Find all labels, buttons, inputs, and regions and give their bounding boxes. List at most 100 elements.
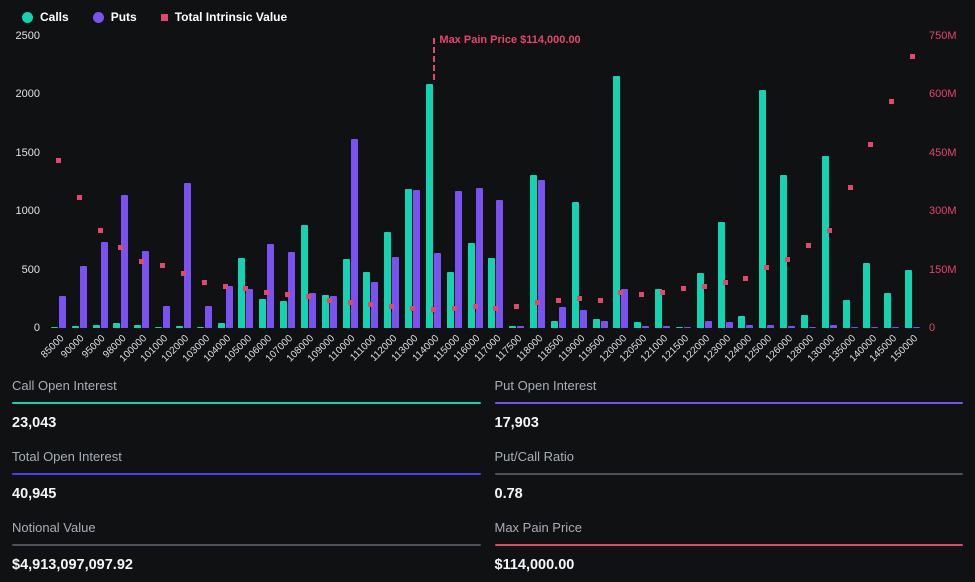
calls-bar[interactable]: [738, 316, 745, 328]
calls-bar[interactable]: [72, 326, 79, 328]
calls-bar[interactable]: [259, 299, 266, 328]
calls-bar[interactable]: [426, 84, 433, 328]
calls-bar[interactable]: [843, 300, 850, 328]
legend-item-total-intrinsic-value[interactable]: Total Intrinsic Value: [161, 10, 287, 24]
calls-bar[interactable]: [218, 323, 225, 328]
strike-group-150000[interactable]: [902, 36, 923, 328]
intrinsic-value-point[interactable]: [639, 292, 644, 297]
calls-bar[interactable]: [697, 273, 704, 328]
intrinsic-value-point[interactable]: [118, 245, 123, 250]
intrinsic-value-point[interactable]: [827, 228, 832, 233]
intrinsic-value-point[interactable]: [598, 298, 603, 303]
intrinsic-value-point[interactable]: [348, 300, 353, 305]
strike-group-116000[interactable]: [465, 36, 486, 328]
calls-bar[interactable]: [363, 272, 370, 328]
legend-item-puts[interactable]: Puts: [93, 10, 137, 24]
intrinsic-value-point[interactable]: [702, 284, 707, 289]
calls-bar[interactable]: [343, 259, 350, 328]
intrinsic-value-point[interactable]: [77, 195, 82, 200]
intrinsic-value-point[interactable]: [785, 257, 790, 262]
calls-bar[interactable]: [530, 175, 537, 328]
intrinsic-value-point[interactable]: [410, 306, 415, 311]
intrinsic-value-point[interactable]: [181, 271, 186, 276]
calls-bar[interactable]: [488, 258, 495, 328]
strike-group-126000[interactable]: [777, 36, 798, 328]
strike-group-108000[interactable]: [298, 36, 319, 328]
strike-group-85000[interactable]: [48, 36, 69, 328]
intrinsic-value-point[interactable]: [202, 280, 207, 285]
calls-bar[interactable]: [447, 272, 454, 328]
puts-bar[interactable]: [559, 307, 566, 328]
calls-bar[interactable]: [718, 222, 725, 328]
intrinsic-value-point[interactable]: [56, 158, 61, 163]
puts-bar[interactable]: [517, 326, 524, 328]
puts-bar[interactable]: [621, 289, 628, 328]
intrinsic-value-point[interactable]: [577, 296, 582, 301]
puts-bar[interactable]: [80, 266, 87, 328]
calls-bar[interactable]: [384, 232, 391, 328]
intrinsic-value-point[interactable]: [306, 294, 311, 299]
intrinsic-value-point[interactable]: [889, 99, 894, 104]
puts-bar[interactable]: [892, 327, 899, 328]
intrinsic-value-point[interactable]: [535, 300, 540, 305]
strike-group-106000[interactable]: [256, 36, 277, 328]
intrinsic-value-point[interactable]: [389, 304, 394, 309]
strike-group-113000[interactable]: [402, 36, 423, 328]
calls-bar[interactable]: [780, 175, 787, 328]
strike-group-121000[interactable]: [652, 36, 673, 328]
intrinsic-value-point[interactable]: [764, 265, 769, 270]
strike-group-90000[interactable]: [69, 36, 90, 328]
calls-bar[interactable]: [822, 156, 829, 328]
calls-bar[interactable]: [593, 319, 600, 328]
intrinsic-value-point[interactable]: [452, 306, 457, 311]
strike-group-119000[interactable]: [569, 36, 590, 328]
strike-group-104000[interactable]: [215, 36, 236, 328]
puts-bar[interactable]: [163, 306, 170, 328]
intrinsic-value-point[interactable]: [723, 280, 728, 285]
puts-bar[interactable]: [434, 253, 441, 328]
intrinsic-value-point[interactable]: [681, 286, 686, 291]
intrinsic-value-point[interactable]: [618, 290, 623, 295]
intrinsic-value-point[interactable]: [868, 142, 873, 147]
calls-bar[interactable]: [551, 321, 558, 328]
puts-bar[interactable]: [205, 306, 212, 328]
intrinsic-value-point[interactable]: [806, 243, 811, 248]
intrinsic-value-point[interactable]: [264, 290, 269, 295]
puts-bar[interactable]: [913, 327, 920, 328]
calls-bar[interactable]: [863, 263, 870, 328]
calls-bar[interactable]: [280, 301, 287, 328]
strike-group-107000[interactable]: [277, 36, 298, 328]
intrinsic-value-point[interactable]: [848, 185, 853, 190]
puts-bar[interactable]: [392, 257, 399, 328]
calls-bar[interactable]: [93, 325, 100, 329]
puts-bar[interactable]: [788, 326, 795, 328]
strike-group-145000[interactable]: [881, 36, 902, 328]
strike-group-95000[interactable]: [90, 36, 111, 328]
strike-group-117000[interactable]: [486, 36, 507, 328]
calls-bar[interactable]: [113, 323, 120, 328]
strike-group-101000[interactable]: [152, 36, 173, 328]
strike-group-121500[interactable]: [673, 36, 694, 328]
calls-bar[interactable]: [759, 90, 766, 328]
puts-bar[interactable]: [663, 326, 670, 328]
strike-group-122000[interactable]: [694, 36, 715, 328]
strike-group-112000[interactable]: [381, 36, 402, 328]
puts-bar[interactable]: [705, 321, 712, 328]
strike-group-118000[interactable]: [527, 36, 548, 328]
intrinsic-value-point[interactable]: [368, 302, 373, 307]
strike-group-115000[interactable]: [444, 36, 465, 328]
calls-bar[interactable]: [301, 225, 308, 328]
puts-bar[interactable]: [726, 322, 733, 328]
intrinsic-value-point[interactable]: [910, 54, 915, 59]
intrinsic-value-point[interactable]: [285, 292, 290, 297]
strike-group-117500[interactable]: [506, 36, 527, 328]
strike-group-110000[interactable]: [340, 36, 361, 328]
strike-group-105000[interactable]: [236, 36, 257, 328]
calls-bar[interactable]: [509, 326, 516, 328]
strike-group-125000[interactable]: [756, 36, 777, 328]
calls-bar[interactable]: [468, 243, 475, 328]
puts-bar[interactable]: [580, 310, 587, 328]
intrinsic-value-point[interactable]: [327, 298, 332, 303]
puts-bar[interactable]: [746, 325, 753, 329]
strike-group-103000[interactable]: [194, 36, 215, 328]
